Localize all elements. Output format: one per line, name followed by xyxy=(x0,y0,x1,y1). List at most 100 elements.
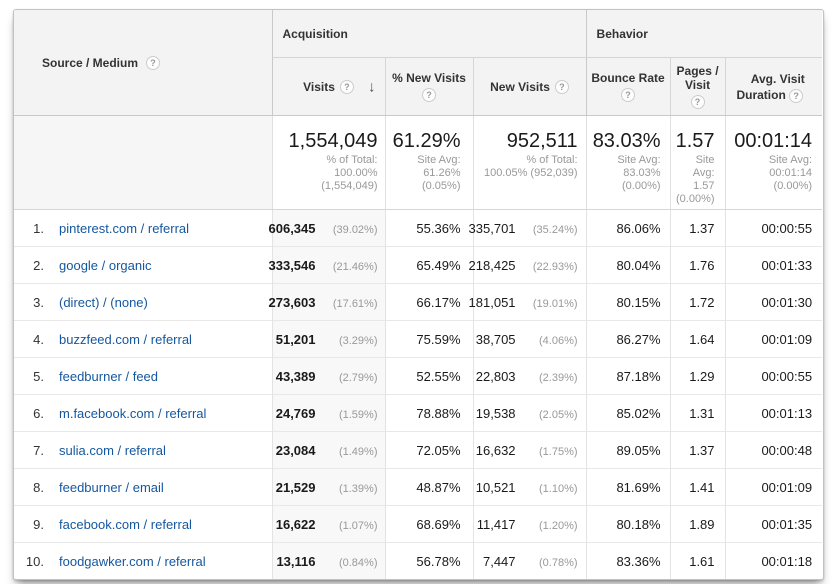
new-visits-percent: (1.10%) xyxy=(516,483,578,495)
new-visits-value: 11,417 xyxy=(477,517,516,532)
new-visits-value: 38,705 xyxy=(476,332,516,347)
help-icon[interactable]: ? xyxy=(555,80,569,94)
avg-duration-value: 00:01:30 xyxy=(761,295,812,310)
avg-duration-cell: 00:01:35 xyxy=(725,506,822,543)
pct-new-visits-cell: 75.59% xyxy=(385,321,473,358)
column-header-pct-new-visits[interactable]: % New Visits ? xyxy=(385,58,473,116)
row-number: 1. xyxy=(14,221,44,236)
new-visits-label: New Visits xyxy=(490,80,550,94)
new-visits-value: 7,447 xyxy=(483,554,516,569)
bounce-rate-cell: 89.05% xyxy=(586,432,670,469)
new-visits-percent: (19.01%) xyxy=(516,298,578,310)
avg-duration-value: 00:00:55 xyxy=(761,221,812,236)
column-header-pages-visit[interactable]: Pages / Visit ? xyxy=(670,58,725,116)
bounce-rate-value: 80.15% xyxy=(616,295,660,310)
source-medium-cell: 6. m.facebook.com / referral xyxy=(14,395,272,432)
visits-value: 23,084 xyxy=(276,443,316,458)
source-medium-cell: 4. buzzfeed.com / referral xyxy=(14,321,272,358)
new-visits-cell: 19,538 (2.05%) xyxy=(473,395,586,432)
pages-visit-value: 1.37 xyxy=(689,443,714,458)
pct-new-visits-value: 55.36% xyxy=(416,221,460,236)
source-medium-link[interactable]: sulia.com / referral xyxy=(59,443,166,458)
visits-cell: 16,622 (1.07%) xyxy=(272,506,385,543)
bounce-rate-cell: 81.69% xyxy=(586,469,670,506)
column-header-visits[interactable]: Visits ? ↓ xyxy=(272,58,385,116)
pages-visit-cell: 1.29 xyxy=(670,358,725,395)
new-visits-percent: (22.93%) xyxy=(516,261,578,273)
bounce-rate-cell: 85.02% xyxy=(586,395,670,432)
source-medium-cell: 2. google / organic xyxy=(14,247,272,284)
pct-new-visits-cell: 66.17% xyxy=(385,284,473,321)
source-medium-link[interactable]: m.facebook.com / referral xyxy=(59,406,206,421)
new-visits-cell: 335,701 (35.24%) xyxy=(473,210,586,247)
new-visits-percent: (1.20%) xyxy=(516,520,578,532)
source-medium-link[interactable]: pinterest.com / referral xyxy=(59,221,189,236)
table-row: 4. buzzfeed.com / referral 51,201 (3.29%… xyxy=(14,321,822,358)
help-icon[interactable]: ? xyxy=(340,80,354,94)
source-medium-link[interactable]: buzzfeed.com / referral xyxy=(59,332,192,347)
avg-duration-cell: 00:01:09 xyxy=(725,469,822,506)
new-visits-percent: (2.39%) xyxy=(516,372,578,384)
pages-visit-cell: 1.72 xyxy=(670,284,725,321)
avg-duration-value: 00:01:33 xyxy=(761,258,812,273)
source-medium-link[interactable]: (direct) / (none) xyxy=(59,295,148,310)
avg-duration-cell: 00:00:55 xyxy=(725,210,822,247)
visits-cell: 51,201 (3.29%) xyxy=(272,321,385,358)
new-visits-percent: (4.06%) xyxy=(516,335,578,347)
avg-duration-value: 00:01:09 xyxy=(761,332,812,347)
pct-new-visits-cell: 56.78% xyxy=(385,543,473,580)
pages-visit-value: 1.72 xyxy=(689,295,714,310)
pages-visit-cell: 1.37 xyxy=(670,432,725,469)
new-visits-percent: (0.78%) xyxy=(516,557,578,569)
source-medium-link[interactable]: feedburner / feed xyxy=(59,369,158,384)
source-medium-link[interactable]: foodgawker.com / referral xyxy=(59,554,206,569)
pages-visit-value: 1.29 xyxy=(689,369,714,384)
pages-visit-value: 1.31 xyxy=(689,406,714,421)
row-number: 10. xyxy=(14,554,44,569)
help-icon[interactable]: ? xyxy=(621,88,635,102)
row-number: 7. xyxy=(14,443,44,458)
visits-percent: (1.07%) xyxy=(316,520,378,532)
pct-new-visits-cell: 55.36% xyxy=(385,210,473,247)
avg-duration-value: 00:01:35 xyxy=(761,517,812,532)
column-header-avg-duration[interactable]: Avg. Visit Duration ? xyxy=(725,58,822,116)
help-icon[interactable]: ? xyxy=(146,56,160,70)
bounce-rate-value: 87.18% xyxy=(616,369,660,384)
column-header-new-visits[interactable]: New Visits ? xyxy=(473,58,586,116)
visits-cell: 13,116 (0.84%) xyxy=(272,543,385,580)
new-visits-value: 218,425 xyxy=(469,258,516,273)
pct-new-visits-cell: 72.05% xyxy=(385,432,473,469)
pages-visit-cell: 1.37 xyxy=(670,210,725,247)
column-header-source-medium[interactable]: Source / Medium ? xyxy=(14,10,272,116)
visits-cell: 24,769 (1.59%) xyxy=(272,395,385,432)
visits-value: 333,546 xyxy=(269,258,316,273)
source-medium-link[interactable]: feedburner / email xyxy=(59,480,164,495)
row-number: 4. xyxy=(14,332,44,347)
visits-value: 43,389 xyxy=(276,369,316,384)
bounce-rate-cell: 80.04% xyxy=(586,247,670,284)
summary-avg-duration: 00:01:14 Site Avg: 00:01:14 (0.00%) xyxy=(725,116,822,210)
column-header-bounce-rate[interactable]: Bounce Rate ? xyxy=(586,58,670,116)
summary-pct-new-visits-subtext: Site Avg: 61.26% (0.05%) xyxy=(386,154,461,193)
pages-visit-cell: 1.41 xyxy=(670,469,725,506)
table-row: 8. feedburner / email 21,529 (1.39%) 48.… xyxy=(14,469,822,506)
summary-avg-duration-subtext: Site Avg: 00:01:14 (0.00%) xyxy=(726,154,813,193)
visits-percent: (1.59%) xyxy=(316,409,378,421)
source-medium-cell: 10. foodgawker.com / referral xyxy=(14,543,272,580)
table-row: 2. google / organic 333,546 (21.46%) 65.… xyxy=(14,247,822,284)
avg-duration-value: 00:00:55 xyxy=(761,369,812,384)
source-medium-link[interactable]: facebook.com / referral xyxy=(59,517,192,532)
new-visits-value: 22,803 xyxy=(476,369,516,384)
source-medium-link[interactable]: google / organic xyxy=(59,258,152,273)
visits-value: 606,345 xyxy=(269,221,316,236)
bounce-rate-value: 80.18% xyxy=(616,517,660,532)
help-icon[interactable]: ? xyxy=(691,95,705,109)
avg-duration-cell: 00:01:33 xyxy=(725,247,822,284)
pages-visit-cell: 1.89 xyxy=(670,506,725,543)
pct-new-visits-value: 68.69% xyxy=(416,517,460,532)
new-visits-cell: 16,632 (1.75%) xyxy=(473,432,586,469)
help-icon[interactable]: ? xyxy=(789,89,803,103)
help-icon[interactable]: ? xyxy=(422,88,436,102)
avg-duration-value: 00:01:13 xyxy=(761,406,812,421)
source-medium-table: Source / Medium ? Acquisition Behavior V… xyxy=(14,10,822,579)
